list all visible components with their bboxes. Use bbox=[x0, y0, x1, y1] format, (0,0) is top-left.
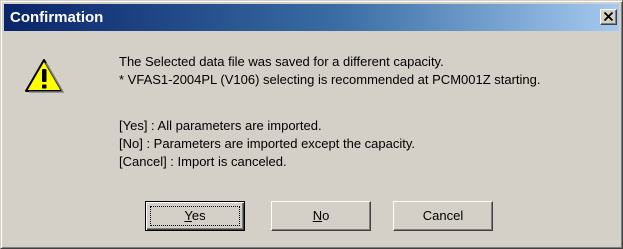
cancel-button[interactable]: Cancel bbox=[393, 201, 493, 231]
option-description: [Cancel] : Import is canceled. bbox=[119, 154, 287, 169]
close-button[interactable] bbox=[600, 9, 617, 25]
confirmation-dialog: Confirmation The Selected data file was … bbox=[0, 0, 623, 249]
option-description: [Yes] : All parameters are imported. bbox=[119, 118, 322, 133]
dialog-title: Confirmation bbox=[10, 9, 104, 26]
no-button-label: No bbox=[312, 208, 330, 223]
option-description: [No] : Parameters are imported except th… bbox=[119, 136, 416, 151]
yes-button-label: Yes bbox=[184, 208, 206, 223]
yes-button[interactable]: Yes bbox=[145, 201, 245, 231]
title-bar[interactable]: Confirmation bbox=[4, 4, 619, 31]
message-line: The Selected data file was saved for a d… bbox=[119, 54, 444, 69]
no-button[interactable]: No bbox=[271, 201, 371, 231]
close-icon bbox=[604, 12, 613, 21]
cancel-button-label: Cancel bbox=[422, 208, 464, 223]
warning-icon bbox=[25, 59, 65, 93]
message-line: * VFAS1-2004PL (V106) selecting is recom… bbox=[119, 72, 541, 87]
